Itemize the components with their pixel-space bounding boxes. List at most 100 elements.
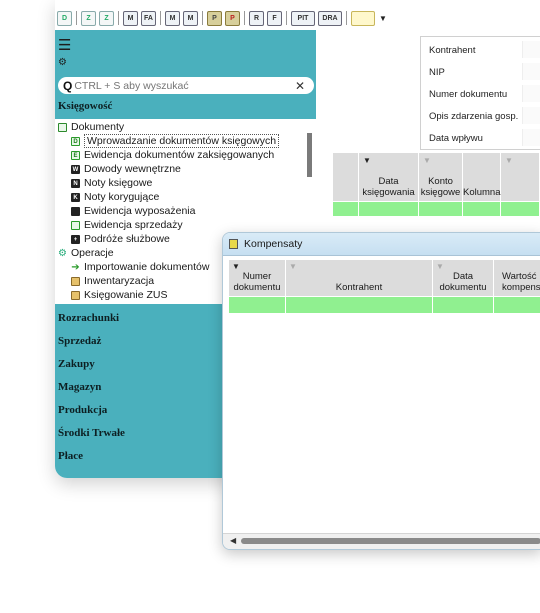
- dialog-row-cell[interactable]: [433, 297, 494, 313]
- tree-item-label: Podróże służbowe: [84, 233, 170, 245]
- category-place[interactable]: Płace: [58, 450, 83, 462]
- tree-item-inwentaryzacja[interactable]: Inwentaryzacja: [71, 274, 154, 288]
- tree-item-label: Dokumenty: [71, 121, 125, 133]
- dialog-header-data[interactable]: ▼ Data dokumentu: [433, 260, 494, 296]
- tree-item-operacje[interactable]: ⚙ Operacje: [58, 246, 114, 260]
- sort-icon: ▼: [423, 156, 431, 165]
- section-title-ksiegowosc[interactable]: Księgowość: [58, 100, 112, 112]
- toolbar-button-d[interactable]: D: [57, 10, 72, 26]
- dialog-header-numer[interactable]: ▼ Numer dokumentu: [229, 260, 286, 296]
- grid-header-konto[interactable]: ▼ Konto księgowe: [419, 153, 463, 201]
- grid-header-kolumna[interactable]: Kolumna: [463, 153, 501, 201]
- tree-item-ewidencja-zaksiegowanych[interactable]: E Ewidencja dokumentów zaksięgowanych: [71, 148, 274, 162]
- filter-panel: Kontrahent NIP Numer dokumentu Opis zdar…: [420, 36, 540, 150]
- sales-icon: [71, 220, 80, 230]
- tree-item-label: Księgowanie ZUS: [84, 289, 168, 301]
- tree-item-ksiegowanie-zus[interactable]: Księgowanie ZUS: [71, 288, 167, 302]
- toolbar-separator: [118, 11, 119, 25]
- tree-item-dowody[interactable]: W Dowody wewnętrzne: [71, 162, 181, 176]
- correction-note-icon: K: [71, 192, 80, 202]
- zus-icon: [71, 290, 80, 300]
- scroll-left-icon[interactable]: ◀: [230, 536, 236, 545]
- category-zakupy[interactable]: Zakupy: [58, 358, 95, 370]
- tree-item-wprowadzanie[interactable]: D Wprowadzanie dokumentów księgowych: [71, 134, 280, 148]
- toolbar-button-z1[interactable]: Z: [81, 10, 96, 26]
- grid-row-cell[interactable]: [419, 202, 463, 216]
- dialog-header-wartosc[interactable]: Wartość kompensaty: [494, 260, 540, 296]
- tree-item-label: Ewidencja dokumentów zaksięgowanych: [84, 149, 275, 161]
- filter-field-nip[interactable]: [522, 63, 540, 80]
- tree-item-label: Ewidencja wyposażenia: [84, 205, 196, 217]
- settings-gears-icon[interactable]: ⚙: [58, 57, 67, 68]
- toolbar-button-folder[interactable]: [351, 10, 375, 26]
- search-box: Q ✕: [58, 77, 314, 94]
- grid-header-more[interactable]: ▼: [501, 153, 540, 201]
- category-rozrachunki[interactable]: Rozrachunki: [58, 312, 119, 324]
- tree-item-label: Noty księgowe: [84, 177, 153, 189]
- toolbar-button-m3[interactable]: M: [183, 10, 198, 26]
- tree-scrollbar[interactable]: [307, 133, 312, 177]
- tree-item-noty-korygujace[interactable]: K Noty korygujące: [71, 190, 159, 204]
- filter-label-data-wplywu: Data wpływu: [429, 133, 483, 144]
- toolbar-dropdown-icon[interactable]: ▼: [379, 14, 387, 23]
- search-icon: Q: [63, 78, 73, 93]
- sort-down-icon: ▼: [232, 262, 240, 271]
- horizontal-scrollbar[interactable]: ◀: [223, 533, 540, 549]
- document-icon: E: [71, 150, 80, 160]
- toolbar-separator: [346, 11, 347, 25]
- grid-header-blank[interactable]: [333, 153, 359, 201]
- toolbar-button-m2[interactable]: M: [165, 10, 180, 26]
- clear-search-icon[interactable]: ✕: [295, 79, 305, 93]
- sort-icon: ▼: [505, 156, 513, 165]
- grid-row-cell[interactable]: [333, 202, 359, 216]
- category-produkcja[interactable]: Produkcja: [58, 404, 107, 416]
- tree-item-dokumenty[interactable]: Dokumenty: [58, 120, 124, 134]
- category-sprzedaz[interactable]: Sprzedaż: [58, 335, 101, 347]
- toolbar-button-z2[interactable]: Z: [99, 10, 114, 26]
- grid-row-cell[interactable]: [463, 202, 501, 216]
- filter-field-numer[interactable]: [522, 85, 540, 102]
- tree-item-label: Noty korygujące: [84, 191, 160, 203]
- tree-item-label: Inwentaryzacja: [84, 275, 155, 287]
- filter-field-data-wplywu[interactable]: [522, 129, 540, 146]
- category-srodki-trwale[interactable]: Środki Trwałe: [58, 427, 125, 439]
- dialog-row-cell[interactable]: [229, 297, 286, 313]
- tree-item-podroze[interactable]: + Podróże służbowe: [71, 232, 170, 246]
- toolbar-separator: [202, 11, 203, 25]
- tree-item-importowanie[interactable]: ➔ Importowanie dokumentów: [71, 260, 209, 274]
- tree-item-ewidencja-wyposazenia[interactable]: Ewidencja wyposażenia: [71, 204, 195, 218]
- dialog-row-cell[interactable]: [286, 297, 433, 313]
- tree-item-ewidencja-sprzedazy[interactable]: Ewidencja sprzedaży: [71, 218, 183, 232]
- inventory-icon: [71, 276, 80, 286]
- grid-header-data-ksiegowania[interactable]: ▼ Data księgowania: [359, 153, 419, 201]
- sort-icon: ▼: [289, 262, 297, 271]
- tree-item-label: Operacje: [71, 247, 114, 259]
- grid-row-cell[interactable]: [359, 202, 419, 216]
- travel-icon: +: [71, 234, 80, 244]
- toolbar-separator: [244, 11, 245, 25]
- tree-item-noty-ksiegowe[interactable]: N Noty księgowe: [71, 176, 152, 190]
- sort-icon: ▼: [436, 262, 444, 271]
- toolbar-button-f[interactable]: F: [267, 10, 282, 26]
- grid-row-cell[interactable]: [501, 202, 540, 216]
- toolbar-button-photo[interactable]: P: [207, 10, 222, 26]
- toolbar-button-m1[interactable]: M: [123, 10, 138, 26]
- tree-item-label: Importowanie dokumentów: [84, 261, 210, 273]
- toolbar-separator: [160, 11, 161, 25]
- toolbar-button-pit[interactable]: PIT: [291, 10, 315, 26]
- filter-label-nip: NIP: [429, 67, 445, 78]
- toolbar-button-report[interactable]: P: [225, 10, 240, 26]
- filter-field-kontrahent[interactable]: [522, 41, 540, 58]
- toolbar-button-fa[interactable]: FA: [141, 10, 156, 26]
- dialog-row-cell[interactable]: [494, 297, 540, 313]
- filter-field-opis[interactable]: [522, 107, 540, 124]
- search-input[interactable]: [74, 79, 295, 92]
- tree-item-label: Ewidencja sprzedaży: [84, 219, 183, 231]
- scrollbar-thumb[interactable]: [241, 538, 540, 544]
- toolbar-button-dra[interactable]: DRA: [318, 10, 342, 26]
- hamburger-menu-icon[interactable]: ☰: [58, 38, 71, 53]
- category-magazyn[interactable]: Magazyn: [58, 381, 101, 393]
- dialog-header-kontrahent[interactable]: ▼ Kontrahent: [286, 260, 433, 296]
- dialog-titlebar[interactable]: Kompensaty: [223, 233, 540, 256]
- toolbar-button-r[interactable]: R: [249, 10, 264, 26]
